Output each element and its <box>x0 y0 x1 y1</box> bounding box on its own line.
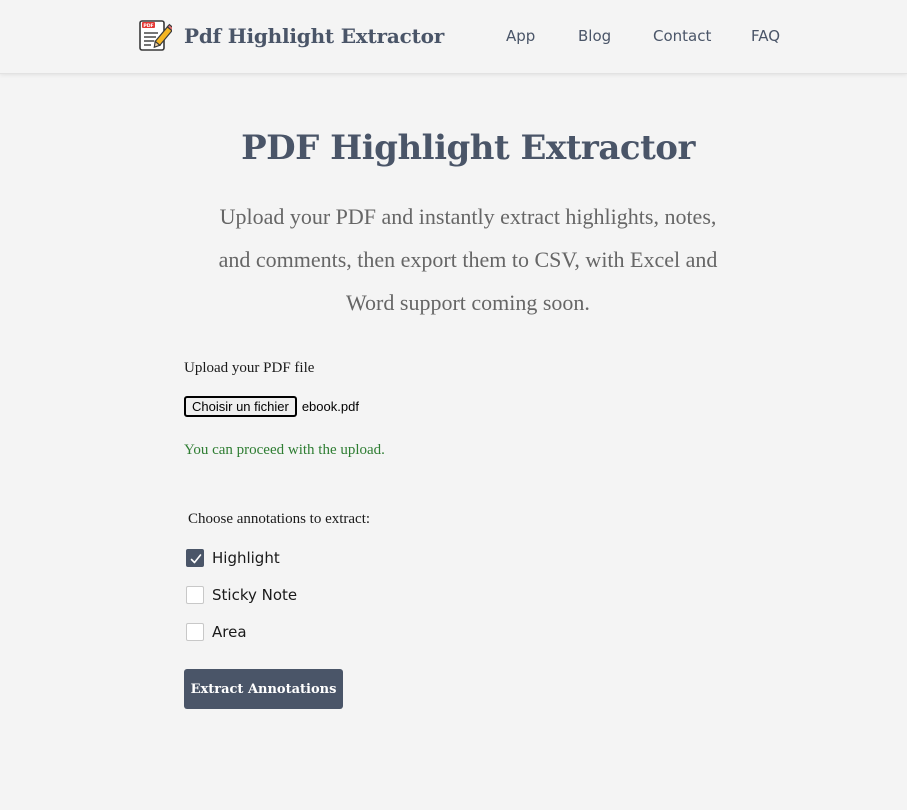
brand-link[interactable]: PDF Pdf Highlight Extractor <box>138 18 444 54</box>
page-subtitle: Upload your PDF and instantly extract hi… <box>188 195 748 324</box>
checkbox-sticky-note-box[interactable] <box>186 586 204 604</box>
checkbox-highlight-box[interactable] <box>186 549 204 567</box>
checkbox-label: Sticky Note <box>212 586 298 604</box>
subtitle-line: Word support coming soon. <box>346 290 590 315</box>
selected-file-name: ebook.pdf <box>301 399 359 414</box>
checkbox-sticky-note[interactable]: Sticky Note <box>186 586 297 604</box>
site-header: PDF Pdf Highlight Extractor App Blog Con… <box>0 0 907 74</box>
extract-annotations-button[interactable]: Extract Annotations <box>184 669 343 709</box>
choose-file-button[interactable]: Choisir un fichier <box>184 396 297 417</box>
checkbox-label: Area <box>212 623 247 641</box>
subtitle-line: and comments, then export them to CSV, w… <box>218 247 718 272</box>
svg-text:PDF: PDF <box>143 23 153 29</box>
file-input: Choisir un fichier ebook.pdf <box>184 396 359 417</box>
brand-name: Pdf Highlight Extractor <box>184 24 445 48</box>
page-title: PDF Highlight Extractor <box>241 128 695 168</box>
checkbox-highlight[interactable]: Highlight <box>186 549 280 567</box>
annotations-heading: Choose annotations to extract: <box>188 511 371 527</box>
subtitle-line: Upload your PDF and instantly extract hi… <box>219 204 717 229</box>
nav-link-blog[interactable]: Blog <box>578 27 611 45</box>
nav-link-contact[interactable]: Contact <box>653 27 711 45</box>
checkbox-label: Highlight <box>212 549 280 567</box>
nav-link-faq[interactable]: FAQ <box>751 27 780 45</box>
pdf-document-pencil-icon: PDF <box>138 18 175 54</box>
upload-status-message: You can proceed with the upload. <box>184 442 385 458</box>
checkbox-area[interactable]: Area <box>186 623 247 641</box>
checkmark-icon <box>190 554 202 564</box>
upload-label: Upload your PDF file <box>184 360 315 376</box>
checkbox-area-box[interactable] <box>186 623 204 641</box>
nav-link-app[interactable]: App <box>506 27 535 45</box>
